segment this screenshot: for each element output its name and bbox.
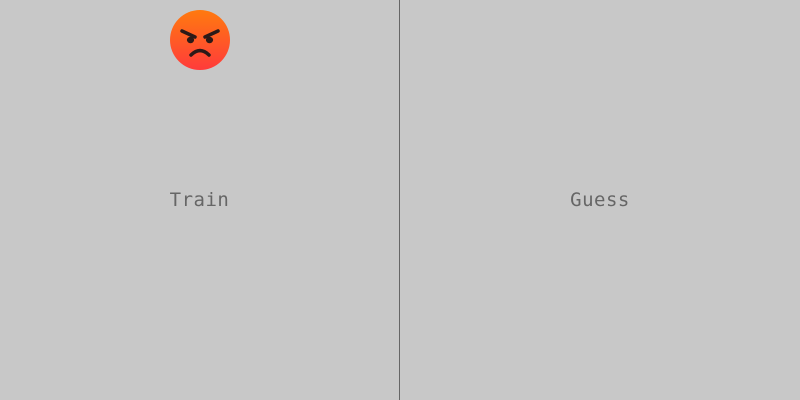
angry-face-svg [170, 10, 230, 70]
guess-label: Guess [570, 189, 630, 211]
train-pane[interactable]: Train [0, 0, 400, 400]
angry-face-icon [170, 10, 230, 70]
app-root: Train Guess [0, 0, 800, 400]
guess-pane[interactable]: Guess [400, 0, 800, 400]
train-label: Train [169, 189, 230, 211]
